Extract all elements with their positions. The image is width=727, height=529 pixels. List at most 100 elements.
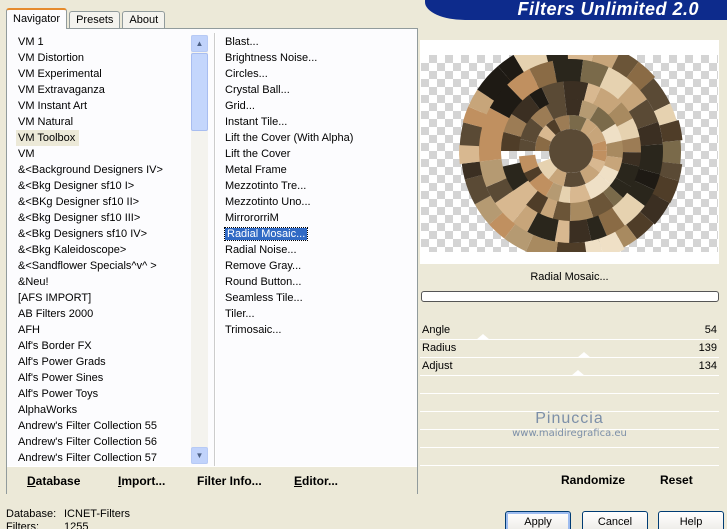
param-slider-radius[interactable]: Radius 139 [420,340,719,358]
filter-list[interactable]: Blast... Brightness Noise... Circles... Cry… [223,34,413,466]
filter-item-label: Remove Gray... [225,260,302,272]
filter-info-button[interactable]: Filter Info... [197,474,262,488]
list-divider [214,33,216,467]
category-item[interactable]: VM Instant Art [16,98,196,114]
category-item[interactable]: AFH [16,322,196,338]
watermark: Pinuccia www.maidiregrafica.eu [420,410,719,440]
filter-item[interactable]: Tiler... [223,306,413,322]
navigator-panel: VM 1 VM Distortion VM Experimental VM Extra… [6,28,418,494]
import-button[interactable]: Import... [118,474,165,488]
param-slider-adjust[interactable]: Adjust 134 [420,358,719,376]
filter-item[interactable]: Mezzotinto Uno... [223,194,413,210]
filter-item[interactable]: Grid... [223,98,413,114]
cancel-button[interactable]: Cancel [582,511,648,529]
category-item[interactable]: VM [16,146,196,162]
filter-item-label: Trimosaic... [225,324,282,336]
category-item[interactable]: VM Experimental [16,66,196,82]
import-label: mport... [121,474,166,488]
tab-about[interactable]: About [122,11,166,29]
category-item[interactable]: Alf's Power Sines [16,370,196,386]
category-item[interactable]: VM Distortion [16,50,196,66]
filter-item[interactable]: Radial Noise... [223,242,413,258]
filter-item[interactable]: Instant Tile... [223,114,413,130]
category-list[interactable]: VM 1 VM Distortion VM Experimental VM Extra… [16,34,196,466]
database-button[interactable]: Database [27,474,80,488]
category-item[interactable]: &Neu! [16,274,196,290]
filter-item[interactable]: Blast... [223,34,413,50]
filters-status-label: Filters: [6,521,39,529]
category-item[interactable]: Alf's Power Toys [16,386,196,402]
preview-area [420,39,719,264]
filter-item[interactable]: Lift the Cover [223,146,413,162]
filter-item[interactable]: Trimosaic... [223,322,413,338]
apply-button[interactable]: Apply [505,511,571,529]
category-item[interactable]: AlphaWorks [16,402,196,418]
category-item[interactable]: VM Toolbox [16,130,80,146]
filter-item-label: Radial Mosaic... [223,227,309,241]
tab-strip: Navigator Presets About [6,7,167,29]
category-item[interactable]: &<Background Designers IV> [16,162,196,178]
category-item[interactable]: Alf's Border FX [16,338,196,354]
filter-item-label: Blast... [225,36,259,48]
filter-item[interactable]: Crystal Ball... [223,82,413,98]
filter-item[interactable]: Metal Frame [223,162,413,178]
scroll-down-icon[interactable]: ▼ [191,447,208,464]
category-item[interactable]: Andrew's Filter Collection 55 [16,418,196,434]
filter-item-label: MirrororriM [225,212,279,224]
mosaic-tile [554,241,588,263]
category-item[interactable]: Andrew's Filter Collection 56 [16,434,196,450]
filter-item-label: Brightness Noise... [225,52,318,64]
category-item[interactable]: &<Sandflower Specials^v^ > [16,258,196,274]
category-item[interactable]: [AFS IMPORT] [16,290,196,306]
filter-item[interactable]: Brightness Noise... [223,50,413,66]
filter-item[interactable]: Round Button... [223,274,413,290]
filter-item-label: Radial Noise... [225,244,297,256]
filter-item[interactable]: Circles... [223,66,413,82]
category-item[interactable]: VM Natural [16,114,196,130]
filter-item[interactable]: Remove Gray... [223,258,413,274]
editor-button[interactable]: Editor... [294,474,338,488]
category-item[interactable]: VM Extravaganza [16,82,196,98]
selected-filter-name: Radial Mosaic... [420,268,719,286]
filter-item[interactable]: Mezzotinto Tre... [223,178,413,194]
database-status-label: Database: [6,508,57,520]
category-scrollbar[interactable]: ▲ ▼ [191,35,208,464]
category-item[interactable]: VM 1 [16,34,196,50]
preview-canvas [421,39,718,263]
filter-item-label: Lift the Cover (With Alpha) [225,132,354,144]
scroll-thumb[interactable] [191,53,208,131]
filter-item-label: Seamless Tile... [225,292,303,304]
category-item[interactable]: Andrew's Filter Collection 57 [16,450,196,466]
filter-item-label: Instant Tile... [225,116,288,128]
scroll-up-icon[interactable]: ▲ [191,35,208,52]
help-button[interactable]: Help [658,511,724,529]
category-item[interactable]: &<Bkg Designer sf10 I> [16,178,196,194]
randomize-button[interactable]: Randomize [561,473,625,487]
tab-navigator[interactable]: Navigator [6,8,68,29]
tab-presets[interactable]: Presets [69,11,121,29]
reset-button[interactable]: Reset [660,473,693,487]
database-status-value: ICNET-Filters [64,508,130,520]
app-title: Filters Unlimited 2.0 [517,0,699,19]
param-name: Angle [422,324,451,336]
param-value: 54 [704,324,717,336]
editor-label: ditor... [302,474,339,488]
filter-item[interactable]: Radial Mosaic... [223,226,413,242]
right-button-bar: Randomize Reset [420,466,719,494]
category-item[interactable]: &<BKg Designer sf10 II> [16,194,196,210]
category-item[interactable]: &<Bkg Designer sf10 III> [16,210,196,226]
category-item[interactable]: &<Bkg Kaleidoscope> [16,242,196,258]
filter-item[interactable]: Seamless Tile... [223,290,413,306]
title-banner: Filters Unlimited 2.0 [425,0,727,20]
param-slider-angle[interactable]: Angle 54 [420,322,719,340]
param-empty-row [420,376,719,394]
category-item[interactable]: &<Bkg Designers sf10 IV> [16,226,196,242]
filter-item-label: Mezzotinto Uno... [225,196,311,208]
category-item[interactable]: AB Filters 2000 [16,306,196,322]
filter-item-label: Circles... [225,68,268,80]
filter-item[interactable]: Lift the Cover (With Alpha) [223,130,413,146]
param-name: Radius [422,342,457,354]
param-value: 134 [698,360,717,372]
category-item[interactable]: Alf's Power Grads [16,354,196,370]
filter-item[interactable]: MirrororriM [223,210,413,226]
